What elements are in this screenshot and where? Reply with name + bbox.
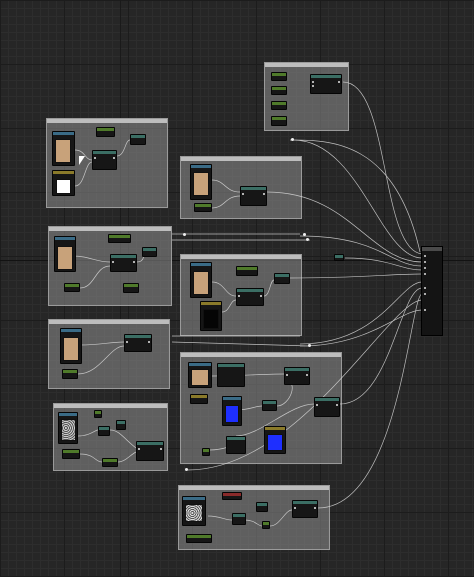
math-node[interactable] [110,254,137,272]
math-node[interactable] [130,134,146,145]
math-node[interactable] [124,334,152,352]
texture-preview-tan [57,246,73,270]
param-node[interactable] [64,283,80,292]
texture-preview-blue [267,434,283,451]
reroute-node[interactable] [303,233,306,236]
vector-param-node[interactable] [222,492,242,500]
param-node[interactable] [102,458,118,467]
math-node[interactable] [92,150,117,170]
output-pin[interactable] [424,287,426,289]
vector-param-node[interactable] [217,363,245,387]
reroute-node[interactable] [291,138,294,141]
param-node[interactable] [271,72,287,81]
math-node[interactable] [226,436,246,454]
math-node[interactable] [262,400,277,411]
param-node[interactable] [190,394,208,404]
texture-sample-node[interactable] [222,396,242,426]
texture-sample-node[interactable] [52,131,75,166]
param-node[interactable] [271,86,287,95]
texture-sample-node[interactable] [188,362,212,388]
texture-preview-tan [193,271,209,295]
math-node[interactable] [142,247,157,257]
output-pin[interactable] [424,255,426,257]
reroute-node[interactable] [185,468,188,471]
math-node[interactable] [232,513,246,525]
math-node[interactable] [274,273,290,284]
texture-preview-tan [191,369,209,386]
reroute-node[interactable] [183,233,186,236]
math-node[interactable] [292,500,318,518]
texture-preview-white [56,179,71,194]
param-node[interactable] [62,369,78,379]
reroute-node[interactable] [306,238,309,241]
param-node[interactable] [62,449,80,459]
reroute-node[interactable] [308,344,311,347]
texture-sample-node[interactable] [200,301,222,331]
math-node[interactable] [256,502,268,512]
param-node[interactable] [186,534,212,543]
output-pin[interactable] [424,293,426,295]
param-node[interactable] [96,127,115,137]
texture-preview-noise [185,504,203,522]
param-node[interactable] [194,203,212,212]
texture-preview-tan [193,172,209,196]
math-node[interactable] [284,367,310,385]
param-node[interactable] [202,448,210,456]
math-node[interactable] [262,521,270,529]
texture-sample-node[interactable] [52,170,75,196]
texture-sample-node[interactable] [264,426,286,454]
math-node[interactable] [98,426,110,436]
texture-preview-tan [63,337,79,361]
param-node[interactable] [271,116,287,126]
texture-sample-node[interactable] [190,262,212,298]
mouse-cursor-icon [79,156,85,165]
param-node[interactable] [271,101,287,110]
texture-sample-node[interactable] [58,412,78,444]
math-node[interactable] [314,397,340,417]
texture-sample-node[interactable] [60,328,82,364]
math-node[interactable] [94,410,102,418]
make-vector-node[interactable] [310,74,342,94]
texture-sample-node[interactable] [182,496,206,526]
math-node[interactable] [236,288,264,306]
output-pin[interactable] [424,261,426,263]
texture-preview-black [203,309,219,329]
texture-preview-noise [61,419,76,441]
param-node[interactable] [236,266,258,276]
param-node[interactable] [123,283,139,293]
texture-preview-blue [225,405,239,423]
math-node[interactable] [334,254,344,261]
texture-sample-node[interactable] [190,164,212,200]
output-pin[interactable] [424,309,426,311]
math-node[interactable] [240,186,267,206]
output-pin[interactable] [424,273,426,275]
material-output-node[interactable] [421,246,443,336]
texture-sample-node[interactable] [54,236,76,272]
texture-preview-tan [55,139,71,163]
math-node[interactable] [136,441,164,461]
param-node[interactable] [108,234,131,243]
math-node[interactable] [116,420,126,430]
output-pin[interactable] [424,267,426,269]
